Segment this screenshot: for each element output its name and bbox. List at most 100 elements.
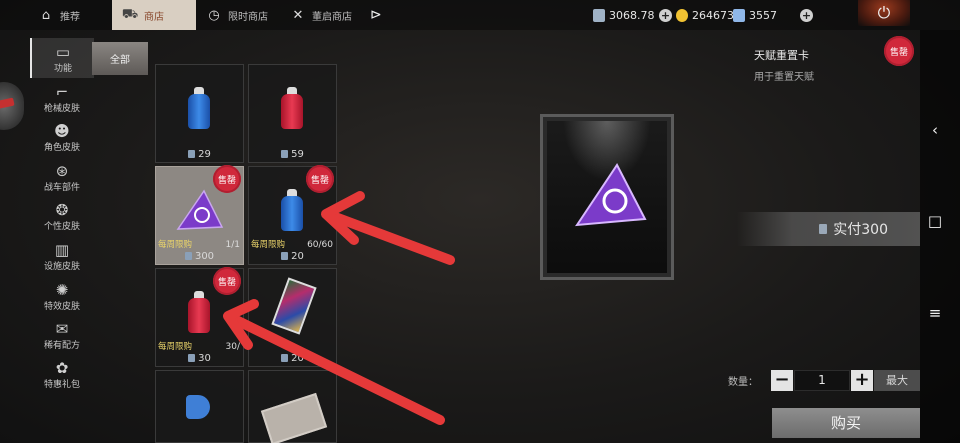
add-coupon-button[interactable]: + [659,9,672,22]
tab-shop[interactable]: ⛟ 商店 [112,0,196,30]
gun-icon: ⌐ [55,82,69,101]
tab-limited-shop[interactable]: ◷ 限时商店 [206,0,288,30]
sidebar-item-label: 角色皮肤 [43,142,80,153]
item-price: 59 [249,149,336,160]
ticket-icon [260,392,328,443]
wrench-icon: ✕ [292,7,304,23]
currency-card: 3557 [733,6,777,24]
coupon-icon [188,354,196,362]
currency-card-value: 3557 [749,8,777,22]
item-price: 20 [249,251,336,262]
tab-restart-shop-label: 董启商店 [312,11,352,23]
sidebar-item-label: 设施皮肤 [43,261,80,272]
sold-out-badge: 售罄 [306,165,334,193]
quantity-input[interactable]: 1 [794,370,850,391]
decrease-quantity-button[interactable]: − [771,370,793,391]
item-title: 天赋重置卡 [754,49,809,62]
tab-recommend-label: 推荐 [60,11,80,23]
currency-coupon: 3068.78 [593,6,655,24]
blue-potion-icon [188,87,210,129]
sidebar-item-effect-skin[interactable]: ✺ 特效皮肤 [30,276,94,316]
cart-icon: ⛟ [121,6,139,22]
sidebar-item-label: 枪械皮肤 [43,103,80,114]
coupon-icon [819,224,828,234]
filter-all-button[interactable]: 全部 [92,42,148,75]
coupon-icon [184,252,192,260]
shop-item-card[interactable]: 20 [248,268,337,367]
item-description: 用于重置天赋 [754,72,814,83]
limit-count: 30/ [225,342,240,352]
red-potion-icon [281,87,303,129]
coupon-icon [281,354,289,362]
sidebar-item-rare-recipe[interactable]: ✉ 稀有配方 [30,315,94,355]
shop-item-card[interactable]: 59 [248,64,337,163]
sold-out-badge: 售罄 [213,165,241,193]
coupon-icon [281,252,289,260]
shop-item-card[interactable]: 售罄 每周限购 30/ 30 [155,267,244,367]
sidebar-item-label: 特惠礼包 [43,379,80,390]
currency-coin: 264673 [676,6,734,24]
character-icon: ☻ [54,121,70,140]
horn-icon [186,395,210,419]
talent-reset-card-icon [176,189,224,230]
tab-limited-shop-label: 限时商店 [228,11,268,23]
max-quantity-button[interactable]: 最大 [874,370,920,391]
item-preview-frame [540,114,674,280]
blue-potion-icon [281,189,303,231]
coin-icon [676,8,688,22]
weekly-limit-label: 每周限购 [158,342,193,352]
pay-amount-label: 实付300 [833,222,888,238]
tab-restart-shop[interactable]: ✕ 董启商店 [290,0,368,30]
sidebar-item-label: 个性皮肤 [43,221,80,232]
sidebar-item-label: 特效皮肤 [43,301,80,312]
buy-button[interactable]: 购买 [772,408,920,438]
sidebar-item-personal-skin[interactable]: ❂ 个性皮肤 [30,196,94,236]
shop-item-card[interactable]: 售罄 每周限购 60/60 20 [248,165,337,265]
sidebar-item-character-skin[interactable]: ☻ 角色皮肤 [30,117,94,157]
shop-item-card-selected[interactable]: 售罄 每周限购 1/1 300 [155,165,244,265]
box-icon: ▭ [55,42,71,61]
quantity-label: 数量： [728,377,758,388]
limit-count: 60/60 [307,240,333,250]
gift-icon: ✿ [55,358,69,377]
back-icon[interactable]: ‹ [927,122,943,138]
expand-arrow-icon[interactable]: ⊳ [370,0,390,30]
talent-reset-card-large-icon [575,163,647,227]
increase-quantity-button[interactable]: + [851,370,873,391]
face-icon: ❂ [55,200,69,219]
shop-item-card[interactable] [155,370,244,443]
sidebar-item-facility-skin[interactable]: ▥ 设施皮肤 [30,236,94,276]
person-icon: ⌂ [41,7,51,23]
building-icon: ▥ [54,240,70,259]
wheel-icon: ⊛ [55,161,69,180]
currency-coin-value: 264673 [692,8,734,22]
pay-amount-bar: 实付300 [737,212,920,246]
floating-ball-icon[interactable] [0,82,24,130]
power-icon[interactable]: ⏻ [858,0,910,26]
currency-coupon-value: 3068.78 [609,8,655,22]
sidebar-item-vehicle-parts[interactable]: ⊛ 战车部件 [30,157,94,197]
item-price: 30 [156,353,243,364]
menu-icon[interactable]: ≡ [927,305,943,321]
red-arrow-upper [325,210,455,265]
sold-out-badge: 售罄 [213,267,241,295]
recipe-icon: ✉ [55,319,69,338]
coupon-icon [188,150,196,158]
item-price: 20 [249,353,336,364]
sidebar-item-label: 战车部件 [43,182,80,193]
sidebar-item-gift-pack[interactable]: ✿ 特惠礼包 [30,354,94,394]
card-icon [733,8,745,22]
add-card-button[interactable]: + [800,9,813,22]
home-icon[interactable]: □ [927,213,943,229]
system-nav-strip [920,30,960,443]
sidebar-item-label: 稀有配方 [43,340,80,351]
sidebar-item-function[interactable]: ▭ 功能 [30,38,94,78]
shop-item-card[interactable] [248,370,337,443]
shop-item-card[interactable]: 29 [155,64,244,163]
item-price: 300 [156,251,243,262]
tab-recommend[interactable]: ⌂ 推荐 [38,0,106,30]
weekly-limit-label: 每周限购 [158,240,193,250]
red-potion-icon [188,291,210,333]
tab-shop-label: 商店 [144,11,164,23]
sidebar-item-gun-skin[interactable]: ⌐ 枪械皮肤 [30,78,94,118]
